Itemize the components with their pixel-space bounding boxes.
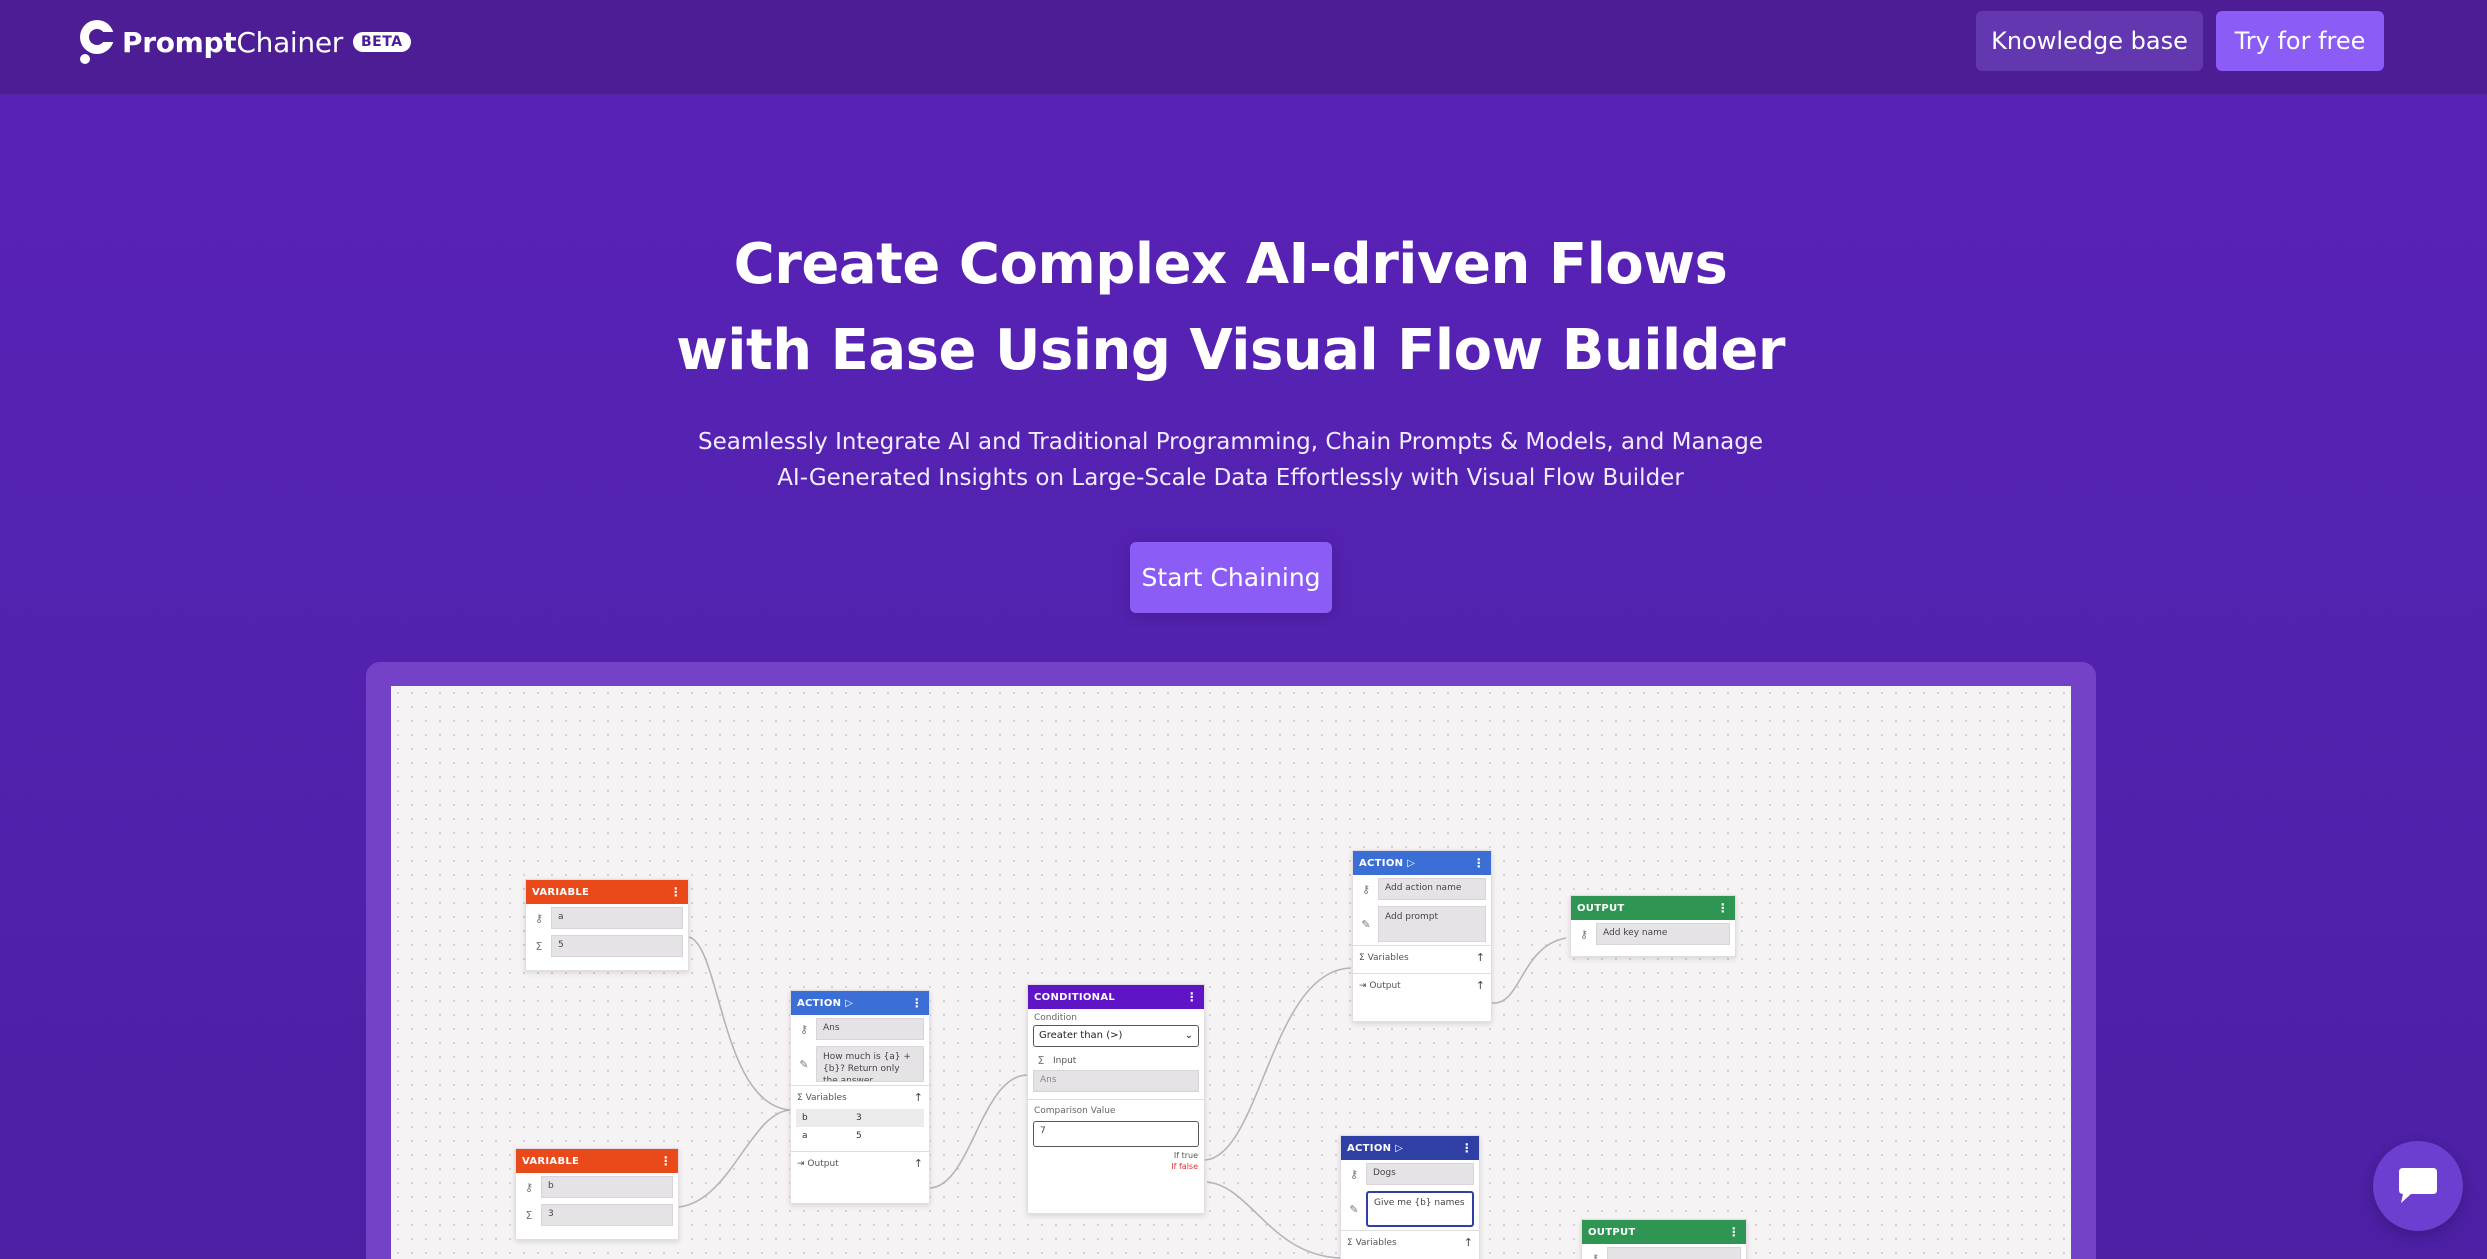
input-field[interactable]: Ans <box>1033 1070 1199 1092</box>
arrow-up-icon: ↑ <box>913 1091 923 1104</box>
key-icon: ⚷ <box>1349 1167 1359 1181</box>
output-section[interactable]: ⇥ Output ↑ <box>791 1151 929 1175</box>
more-icon[interactable]: ⋮ <box>1186 990 1198 1004</box>
output-key-field[interactable] <box>1607 1247 1741 1259</box>
node-header: ACTION ▷ <box>797 997 854 1009</box>
sigma-icon: Σ <box>797 1092 803 1103</box>
output-node-2[interactable]: OUTPUT ⋮ ⚷ <box>1581 1219 1747 1259</box>
key-icon: ⚷ <box>524 1180 534 1194</box>
comparison-value-field[interactable]: 7 <box>1033 1121 1199 1147</box>
variable-node-b[interactable]: VARIABLE ⋮ ⚷ b Σ3 <box>515 1148 679 1240</box>
hero-title: Create Complex AI-driven Flows with Ease… <box>676 232 1785 383</box>
output-key-field[interactable]: Add key name <box>1596 923 1730 945</box>
key-icon: ⚷ <box>1590 1251 1600 1259</box>
chevron-down-icon: ⌄ <box>1184 1030 1193 1041</box>
more-icon[interactable]: ⋮ <box>1473 856 1485 870</box>
beta-badge: BETA <box>353 32 411 52</box>
sigma-icon: Σ <box>1347 1237 1353 1248</box>
chat-icon <box>2399 1168 2437 1203</box>
node-header: OUTPUT <box>1577 902 1625 914</box>
variable-row: a5 <box>796 1127 924 1145</box>
variable-row: b3 <box>796 1109 924 1127</box>
more-icon[interactable]: ⋮ <box>1717 901 1729 915</box>
pencil-icon: ✎ <box>1361 917 1371 931</box>
key-icon: ⚷ <box>1361 882 1371 896</box>
conditional-node[interactable]: CONDITIONAL ⋮ Condition Greater than (>)… <box>1027 984 1205 1214</box>
brand-logo[interactable]: PromptChainer BETA <box>78 20 411 64</box>
top-nav: PromptChainer BETA Knowledge base Try fo… <box>0 0 2487 95</box>
node-header: ACTION ▷ <box>1347 1142 1404 1154</box>
variable-node-a[interactable]: VARIABLE ⋮ ⚷ a Σ5 <box>525 879 689 971</box>
variable-name-field[interactable]: b <box>541 1176 673 1198</box>
action-node-ans[interactable]: ACTION ▷ ⋮ ⚷ Ans ✎ How much is {a} + {b}? … <box>790 990 930 1204</box>
pencil-icon: ✎ <box>799 1057 809 1071</box>
prompt-field[interactable]: Give me {b} names <box>1366 1191 1474 1227</box>
more-icon[interactable]: ⋮ <box>670 885 682 899</box>
variable-name-field[interactable]: a <box>551 907 683 929</box>
brand-name: PromptChainer <box>122 25 343 59</box>
condition-select[interactable]: Greater than (>) ⌄ <box>1033 1025 1199 1047</box>
variables-section[interactable]: Σ Variables ↑ <box>1353 945 1491 969</box>
more-icon[interactable]: ⋮ <box>660 1154 672 1168</box>
variable-value-field[interactable]: 5 <box>551 935 683 957</box>
output-section[interactable]: ⇥ Output ↑ <box>1353 973 1491 997</box>
play-icon: ▷ <box>845 997 854 1009</box>
key-icon: ⚷ <box>799 1022 809 1036</box>
more-icon[interactable]: ⋮ <box>911 996 923 1010</box>
node-header: CONDITIONAL <box>1034 991 1116 1003</box>
sigma-icon: Σ <box>1037 1054 1045 1067</box>
arrow-up-icon: ↑ <box>1475 979 1485 992</box>
if-false-handle[interactable]: If false <box>1028 1161 1204 1172</box>
if-true-handle[interactable]: If true <box>1028 1150 1204 1161</box>
action-name-field[interactable]: Add action name <box>1378 878 1486 900</box>
pencil-icon: ✎ <box>1349 1202 1359 1216</box>
node-header: OUTPUT <box>1588 1226 1636 1238</box>
play-icon: ▷ <box>1395 1142 1404 1154</box>
action-node-empty[interactable]: ACTION ▷ ⋮ ⚷ Add action name ✎ Add prompt … <box>1352 850 1492 1022</box>
flow-canvas[interactable]: VARIABLE ⋮ ⚷ a Σ5 VARIABLE ⋮ ⚷ b Σ3 ACTION… <box>391 686 2071 1259</box>
more-icon[interactable]: ⋮ <box>1728 1225 1740 1239</box>
promptchainer-logo-icon <box>78 20 114 64</box>
variables-section[interactable]: Σ Variables ↑ <box>791 1085 929 1109</box>
start-chaining-button[interactable]: Start Chaining <box>1130 542 1332 613</box>
prompt-field[interactable]: How much is {a} + {b}? Return only the a… <box>816 1046 924 1082</box>
node-header: VARIABLE <box>532 886 590 898</box>
more-icon[interactable]: ⋮ <box>1461 1141 1473 1155</box>
play-icon: ▷ <box>1407 857 1416 869</box>
output-node-1[interactable]: OUTPUT ⋮ ⚷ Add key name <box>1570 895 1736 957</box>
key-icon: ⚷ <box>1579 927 1589 941</box>
output-icon: ⇥ <box>797 1158 805 1169</box>
sigma-icon: Σ <box>525 1208 533 1222</box>
comparison-label: Comparison Value <box>1028 1099 1204 1118</box>
arrow-up-icon: ↑ <box>913 1157 923 1170</box>
condition-label: Condition <box>1034 1013 1077 1023</box>
input-label: Input <box>1053 1055 1077 1066</box>
output-icon: ⇥ <box>1359 980 1367 991</box>
action-node-dogs[interactable]: ACTION ▷ ⋮ ⚷ Dogs ✎ Give me {b} names Σ Va… <box>1340 1135 1480 1259</box>
action-name-field[interactable]: Dogs <box>1366 1163 1474 1185</box>
arrow-up-icon: ↑ <box>1463 1236 1473 1249</box>
key-icon: ⚷ <box>534 911 544 925</box>
knowledge-base-button[interactable]: Knowledge base <box>1976 11 2203 71</box>
sigma-icon: Σ <box>1359 952 1365 963</box>
node-header: ACTION ▷ <box>1359 857 1416 869</box>
arrow-up-icon: ↑ <box>1475 951 1485 964</box>
hero-subtitle: Seamlessly Integrate AI and Traditional … <box>698 429 1763 491</box>
variables-section[interactable]: Σ Variables ↑ <box>1341 1230 1479 1254</box>
node-header: VARIABLE <box>522 1155 580 1167</box>
try-for-free-button[interactable]: Try for free <box>2216 11 2384 71</box>
chat-button[interactable] <box>2373 1141 2463 1231</box>
prompt-field[interactable]: Add prompt <box>1378 906 1486 942</box>
sigma-icon: Σ <box>535 939 543 953</box>
variable-value-field[interactable]: 3 <box>541 1204 673 1226</box>
action-name-field[interactable]: Ans <box>816 1018 924 1040</box>
